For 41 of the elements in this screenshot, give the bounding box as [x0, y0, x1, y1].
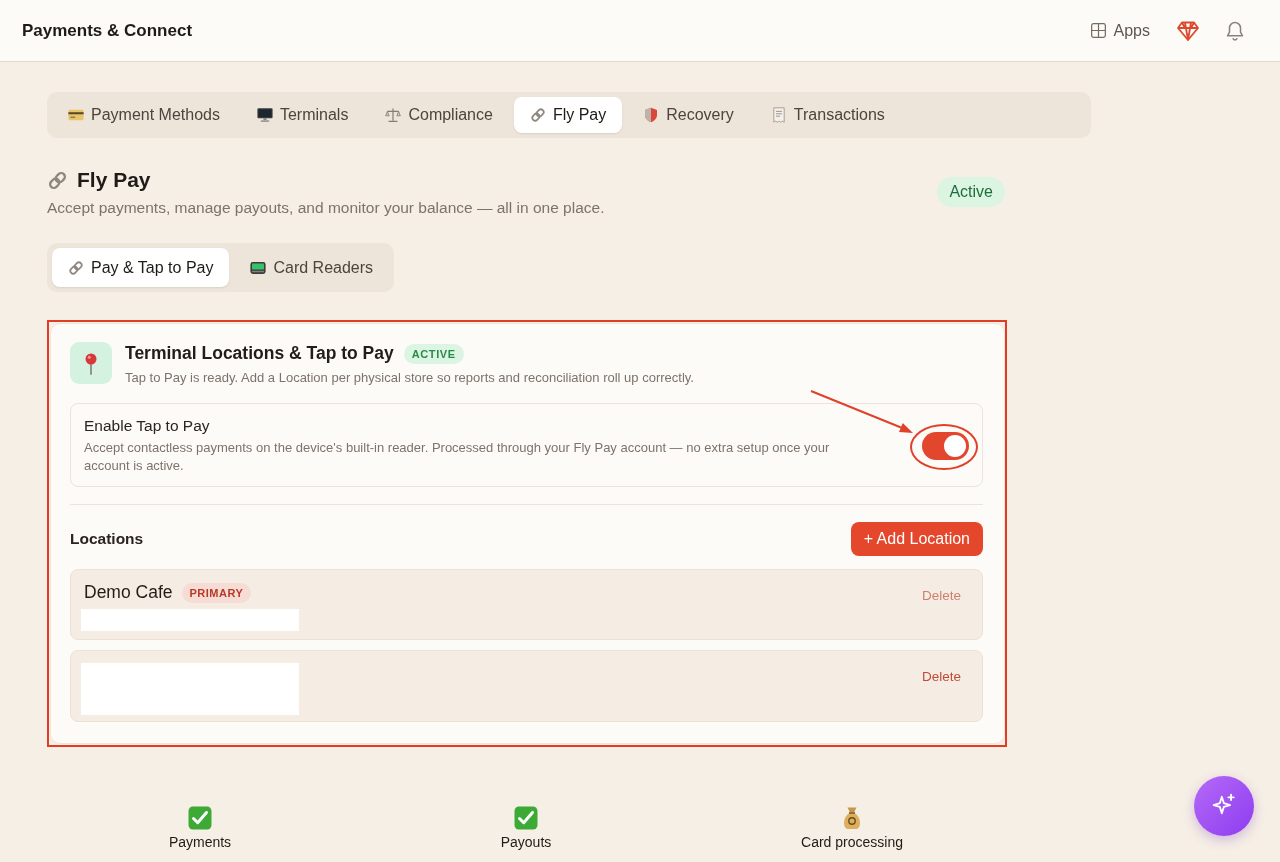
shield-icon	[643, 107, 660, 123]
setting-label: Enable Tap to Pay	[84, 417, 211, 435]
primary-badge: PRIMARY	[181, 582, 252, 603]
tab[interactable]: Fly Pay	[513, 97, 623, 133]
summary-label: Card processing	[801, 834, 903, 850]
section-heading: Locations	[70, 530, 144, 548]
card-title: Terminal Locations & Tap to Pay	[125, 343, 394, 364]
gem-icon[interactable]	[1177, 20, 1199, 41]
section-title: Fly Pay	[77, 168, 151, 192]
monitor-icon	[256, 107, 273, 123]
sub-tab[interactable]: Pay & Tap to Pay	[52, 248, 230, 287]
link-icon	[68, 259, 84, 276]
section-subtitle: Accept payments, manage payouts, and monitor your balance — all in one place.	[47, 199, 605, 217]
location-name: Demo Cafe	[84, 582, 173, 603]
delete-link[interactable]: Delete	[921, 667, 961, 686]
card-description: Tap to Pay is ready. Add a Location per physical store so reports and reconciliation roll up correctly.	[125, 370, 694, 385]
apps-button[interactable]: Apps	[1090, 21, 1150, 40]
receipt-icon	[770, 107, 787, 123]
grid-icon	[1090, 23, 1106, 38]
status-badge: Active	[937, 177, 1005, 207]
credit-card-icon	[68, 107, 84, 123]
tab[interactable]: Compliance	[369, 97, 509, 133]
toggle-switch[interactable]	[922, 432, 969, 460]
add-location-button[interactable]: + Add Location	[850, 522, 983, 556]
tab[interactable]: Payment Methods	[52, 97, 236, 133]
sub-tab[interactable]: Card Readers	[234, 248, 390, 287]
pin-icon	[70, 342, 112, 384]
tab[interactable]: Recovery	[627, 97, 750, 133]
tab[interactable]: Transactions	[754, 97, 901, 133]
summary-label: Payouts	[500, 834, 552, 850]
scales-icon	[385, 107, 402, 123]
assistant-button[interactable]	[1194, 776, 1254, 836]
card-reader-icon	[250, 259, 267, 276]
summary-label: Payments	[168, 834, 232, 850]
link-icon	[529, 107, 546, 123]
bell-icon[interactable]	[1226, 20, 1244, 41]
status-badge: ACTIVE	[403, 343, 464, 364]
link-icon	[47, 169, 68, 191]
page-title: Payments & Connect	[22, 20, 193, 41]
setting-description: Accept contactless payments on the device's built-in reader. Processed through your Fly Pay account — no extra setup once your account is active.	[84, 439, 831, 475]
tab[interactable]: Terminals	[240, 97, 365, 133]
